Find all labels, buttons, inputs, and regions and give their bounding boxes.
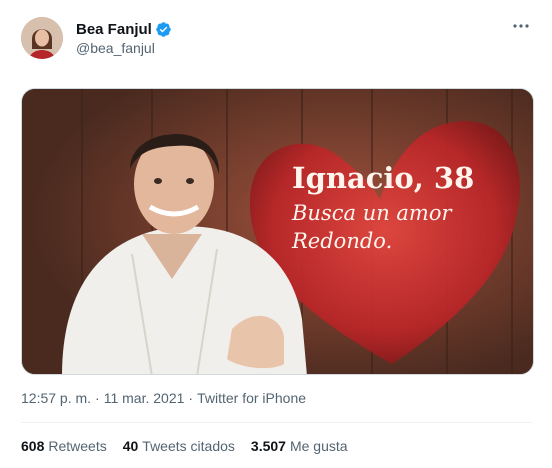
likes-label: Me gusta: [289, 438, 348, 454]
quotes-stat[interactable]: 40 Tweets citados: [123, 438, 235, 454]
quotes-count: 40: [122, 438, 139, 454]
tweet-stats: 608 Retweets 40 Tweets citados 3.507 Me gus…: [21, 438, 364, 454]
meta-separator: ·: [95, 390, 100, 406]
likes-stat[interactable]: 3.507 Me gusta: [251, 438, 348, 454]
verified-badge-icon: [156, 22, 171, 37]
media-scene: [22, 89, 533, 374]
retweets-count: 608: [21, 438, 45, 454]
author-name-row[interactable]: Bea Fanjul: [76, 21, 172, 38]
tweet-card: Bea Fanjul @bea_fanjul Ignacio, 38 Busca…: [0, 0, 552, 468]
media-title-text: Ignacio, 38: [292, 161, 475, 195]
media-subtitle-line-1: Busca un amor: [292, 201, 452, 225]
tweet-source[interactable]: Twitter for iPhone: [197, 390, 306, 406]
quotes-label: Tweets citados: [142, 438, 235, 454]
meta-separator-2: ·: [188, 390, 194, 406]
author-avatar[interactable]: [21, 17, 63, 59]
tweet-date[interactable]: 11 mar. 2021: [104, 390, 185, 406]
more-options-icon[interactable]: [510, 18, 532, 34]
likes-count: 3.507: [250, 438, 286, 454]
author-handle[interactable]: @bea_fanjul: [76, 40, 155, 56]
media-subtitle-line-2: Redondo.: [292, 229, 393, 253]
tweet-meta: 12:57 p. m. · 11 mar. 2021 · Twitter for iPh…: [21, 390, 306, 406]
author-name[interactable]: Bea Fanjul: [76, 21, 152, 38]
tweet-time[interactable]: 12:57 p. m.: [21, 390, 91, 406]
retweets-stat[interactable]: 608 Retweets: [21, 438, 107, 454]
retweets-label: Retweets: [48, 438, 107, 454]
tweet-media-image[interactable]: Ignacio, 38 Busca un amor Redondo.: [21, 88, 534, 375]
divider-top: [21, 422, 532, 423]
